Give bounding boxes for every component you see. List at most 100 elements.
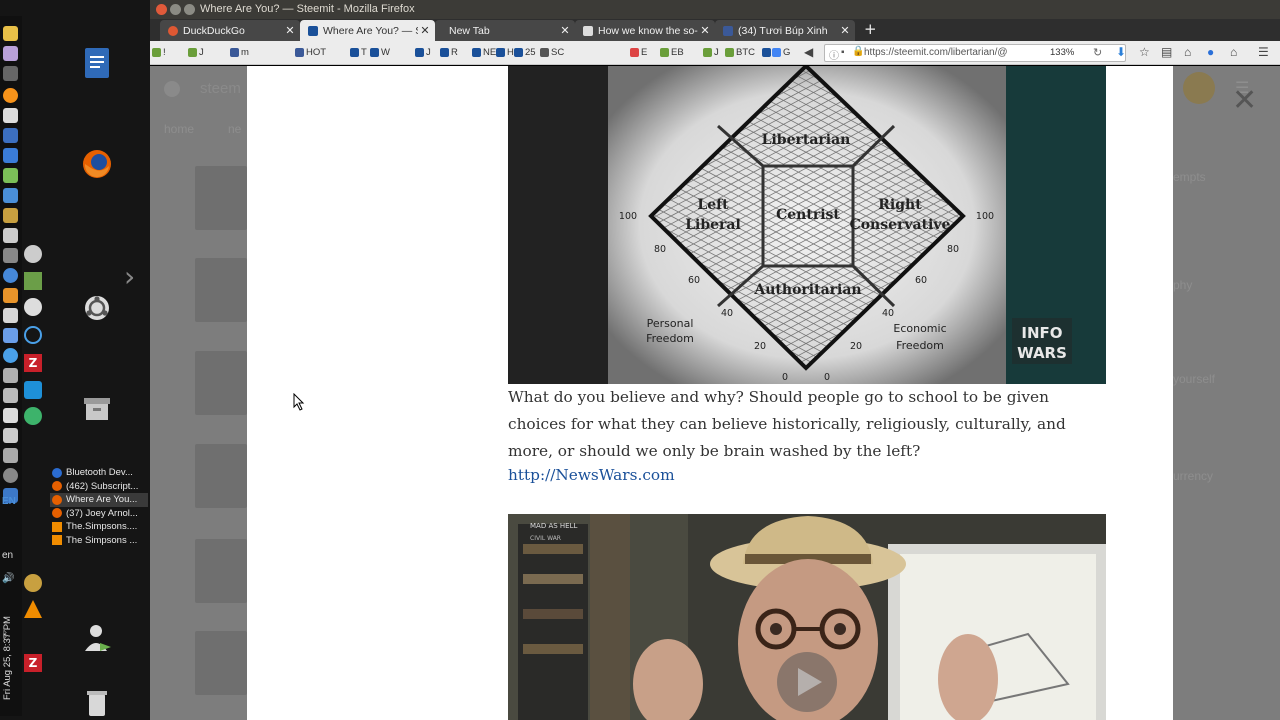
app-icon[interactable] [24,272,42,290]
app-icon[interactable] [24,245,42,263]
app-icon[interactable] [3,228,18,243]
reload-icon[interactable]: ↻ [1093,46,1102,59]
volume-icon[interactable]: 🔊 [2,573,14,584]
app-icon[interactable] [3,268,18,283]
back-icon[interactable]: ◀ [804,45,813,59]
post-link[interactable]: http://NewsWars.com [508,466,675,484]
bookmark-item[interactable]: HOT [295,47,326,58]
permissions-icon[interactable]: ▪ [841,47,845,58]
app-icon[interactable] [3,308,18,323]
background-text: empts [1173,170,1206,184]
user-icon[interactable] [80,622,114,656]
clock[interactable]: Fri Aug 25, 8:37 PM [2,616,13,700]
bitcoin-icon[interactable] [3,88,18,103]
close-window-button[interactable] [156,4,167,15]
close-tab-icon[interactable]: ✕ [418,24,432,37]
ubuntu-icon[interactable] [80,291,114,325]
app-icon[interactable] [3,26,18,41]
maximize-window-button[interactable] [184,4,195,15]
bookmark-item[interactable]: J [703,47,719,58]
app-icon[interactable] [3,288,18,303]
bookmark-star-icon[interactable]: ☆ [1139,45,1150,59]
filezilla-icon[interactable]: Z [24,354,42,372]
bookmark-item[interactable]: m [230,47,249,58]
bookmark-item[interactable]: BTC [725,47,755,58]
lock-icon: 🔒 [852,46,865,57]
app-icon[interactable] [3,188,18,203]
tab-article[interactable]: How we know the so-c ✕ [575,20,715,41]
bookmark-item[interactable]: R [440,47,458,58]
tab-duckduckgo[interactable]: DuckDuckGo ✕ [160,20,300,41]
window-list-item-active[interactable]: Where Are You... [50,493,148,507]
download-icon[interactable]: ⬇ [1116,45,1126,59]
firefox-icon[interactable] [80,147,114,181]
bookmark-item[interactable]: EB [660,47,684,58]
video-thumbnail[interactable]: MAD AS HELL CIVIL WAR [508,514,1106,720]
window-list-item[interactable]: The.Simpsons.... [50,520,148,534]
telegram-icon[interactable] [24,407,42,425]
tab-facebook[interactable]: (34) Tươi Búp Xinh ✕ [715,20,855,41]
bookmark-item[interactable]: W [370,47,390,58]
bookmark-item[interactable]: SC [540,47,564,58]
app-icon[interactable] [3,148,18,163]
close-modal-button[interactable]: ✕ [1232,86,1257,116]
sync-icon[interactable]: ● [1207,45,1214,59]
terminal-icon[interactable] [3,248,18,263]
app-icon[interactable] [3,66,18,81]
close-tab-icon[interactable]: ✕ [283,24,297,37]
keyboard-layout-indicator[interactable]: EN [2,496,16,507]
close-tab-icon[interactable]: ✕ [698,24,712,37]
bookmark-item[interactable]: J [415,47,431,58]
app-icon[interactable] [3,328,18,343]
bookmark-item[interactable]: 25 [514,47,536,58]
app-icon[interactable] [3,388,18,403]
window-list-item[interactable]: (462) Subscript... [50,480,148,494]
close-tab-icon[interactable]: ✕ [838,24,852,37]
reading-list-icon[interactable]: ▤ [1161,45,1172,59]
app-icon[interactable] [3,468,18,483]
app-icon[interactable] [3,46,18,61]
bookmark-item[interactable]: H [496,47,514,58]
webcam-icon[interactable] [24,298,42,316]
atom-icon[interactable] [24,326,42,344]
pocket-icon[interactable]: ⌂ [1184,45,1191,59]
app-icon[interactable] [3,348,18,363]
bookmark-item[interactable]: E [630,47,647,58]
archive-icon[interactable] [80,392,114,426]
zoom-level[interactable]: 133% [1050,47,1074,58]
tab-steemit[interactable]: Where Are You? — Ste ✕ [300,20,435,41]
app-icon[interactable] [3,448,18,463]
home-icon[interactable]: ⌂ [1230,45,1237,59]
app-icon[interactable] [3,128,18,143]
bookmark-item[interactable]: ! [152,47,166,58]
document-icon[interactable] [80,46,114,80]
page-viewport: steem home ne ☰ empts phy yourself urren… [150,66,1280,720]
minimize-window-button[interactable] [170,4,181,15]
app-icon[interactable] [3,428,18,443]
app-icon[interactable] [3,368,18,383]
tab-new-tab[interactable]: New Tab ✕ [435,20,575,41]
app-icon[interactable] [3,208,18,223]
vlc-icon[interactable] [24,600,42,618]
app-icon[interactable] [24,381,42,399]
nolan-chart-image[interactable]: Libertarian Left Liberal Centrist Right … [508,66,1106,384]
menu-icon[interactable]: ☰ [1258,45,1269,59]
new-tab-button[interactable]: + [864,20,877,38]
bookmark-item[interactable]: J [188,47,204,58]
app-icon[interactable] [3,168,18,183]
window-list-item[interactable]: Bluetooth Dev... [50,466,148,480]
chevron-right-icon[interactable]: › [124,260,135,293]
bookmark-item[interactable]: T [350,47,367,58]
app-icon[interactable] [3,408,18,423]
window-list-item[interactable]: (37) Joey Arnol... [50,507,148,521]
dogecoin-icon[interactable] [24,574,42,592]
window-list-item[interactable]: The Simpsons ... [50,534,148,548]
close-tab-icon[interactable]: ✕ [558,24,572,37]
language-indicator[interactable]: en [2,550,13,561]
app-icon[interactable] [3,108,18,123]
url-bar[interactable]: ⓘ ▪ 🔒 https://steemit.com/libertarian/@ … [824,44,1126,62]
bookmark-item[interactable]: G [772,47,790,58]
info-icon[interactable]: ⓘ [829,47,839,62]
trash-icon[interactable] [80,686,114,720]
filezilla-icon[interactable]: Z [24,654,42,672]
